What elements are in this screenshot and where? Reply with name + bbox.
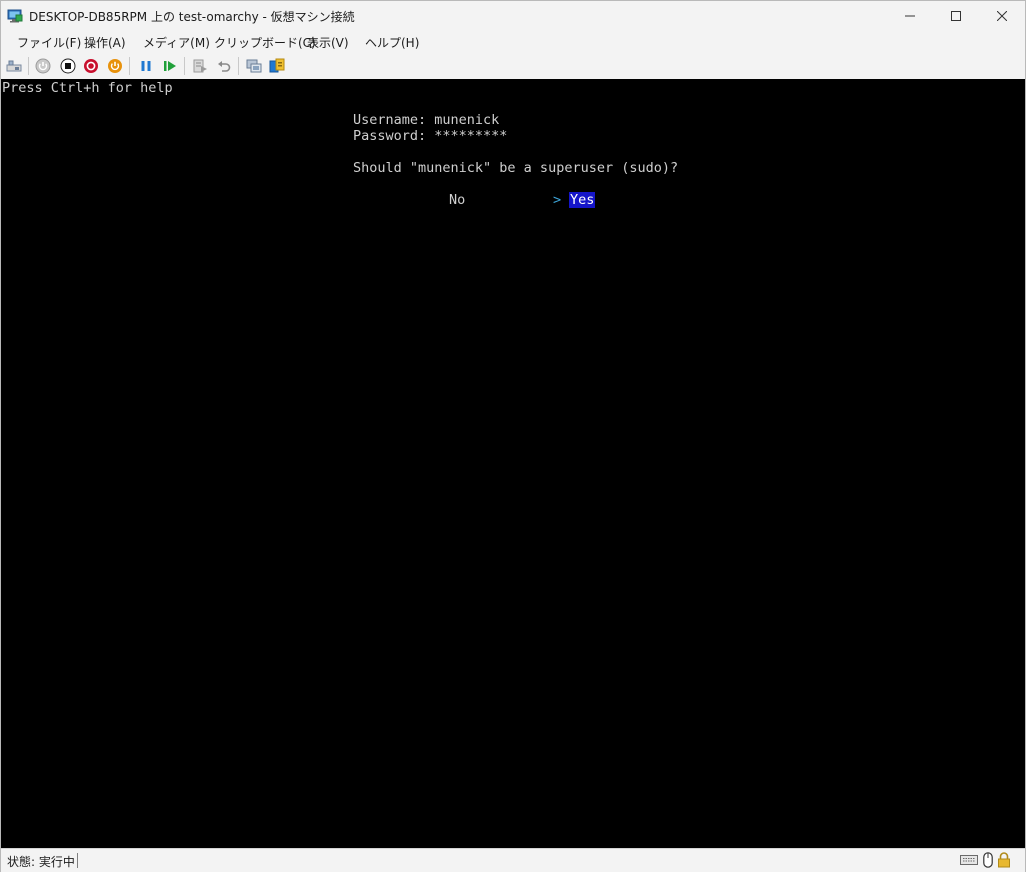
- checkpoint-button[interactable]: [191, 57, 209, 75]
- maximize-button[interactable]: [933, 1, 979, 31]
- status-bar: 状態: 実行中: [1, 848, 1025, 872]
- title-bar[interactable]: DESKTOP-DB85RPM 上の test-omarchy - 仮想マシン接…: [1, 1, 1025, 31]
- toolbar: [1, 53, 1025, 79]
- enhanced-session-button[interactable]: [245, 57, 263, 75]
- maximize-icon: [951, 11, 961, 21]
- close-icon: [997, 11, 1007, 21]
- toolbar-separator: [184, 57, 185, 75]
- turn-off-icon: [60, 58, 76, 74]
- reset-icon: [164, 61, 176, 71]
- pause-button[interactable]: [137, 57, 155, 75]
- revert-button[interactable]: [215, 57, 233, 75]
- start-button[interactable]: [34, 57, 52, 75]
- status-separator: [77, 853, 78, 868]
- selection-arrow: >: [553, 192, 562, 208]
- toolbar-separator: [238, 57, 239, 75]
- option-no[interactable]: No: [449, 192, 465, 208]
- save-button[interactable]: [106, 57, 124, 75]
- toolbar-separator: [129, 57, 130, 75]
- menu-file[interactable]: ファイル(F): [17, 34, 81, 51]
- option-yes[interactable]: Yes: [569, 192, 596, 208]
- minimize-button[interactable]: [887, 1, 933, 31]
- menu-help[interactable]: ヘルプ(H): [365, 34, 419, 51]
- ctrl-alt-del-button[interactable]: [5, 57, 23, 75]
- menu-clipboard[interactable]: クリップボード(C): [214, 34, 316, 51]
- lock-icon: [997, 852, 1011, 868]
- shutdown-icon: [84, 59, 98, 73]
- vm-console-screen[interactable]: Press Ctrl+h for help Username: munenick…: [1, 79, 1025, 848]
- minimize-icon: [905, 15, 915, 17]
- pause-icon: [141, 61, 151, 71]
- vm-connect-icon: [7, 8, 23, 24]
- vm-connection-window: DESKTOP-DB85RPM 上の test-omarchy - 仮想マシン接…: [0, 0, 1026, 872]
- superuser-question: Should "munenick" be a superuser (sudo)?: [353, 160, 679, 176]
- ctrl-alt-del-icon: [6, 60, 22, 72]
- menu-bar: ファイル(F) 操作(A) メディア(M) クリップボード(C) 表示(V) ヘ…: [1, 31, 1025, 53]
- toolbar-separator: [28, 57, 29, 75]
- share-button[interactable]: [268, 57, 286, 75]
- shutdown-button[interactable]: [82, 57, 100, 75]
- enhanced-session-icon: [246, 59, 262, 73]
- close-button[interactable]: [979, 1, 1025, 31]
- menu-action[interactable]: 操作(A): [84, 34, 126, 51]
- password-line: Password: *********: [353, 128, 508, 144]
- window-title: DESKTOP-DB85RPM 上の test-omarchy - 仮想マシン接…: [29, 10, 355, 24]
- mouse-icon: [982, 852, 994, 868]
- share-icon: [269, 58, 285, 73]
- revert-icon: [218, 61, 231, 72]
- start-icon: [35, 58, 51, 74]
- turn-off-button[interactable]: [59, 57, 77, 75]
- save-icon: [108, 59, 122, 73]
- reset-button[interactable]: [161, 57, 179, 75]
- menu-view[interactable]: 表示(V): [307, 34, 349, 51]
- checkpoint-icon: [193, 59, 207, 73]
- help-hint: Press Ctrl+h for help: [2, 80, 173, 96]
- username-line: Username: munenick: [353, 112, 500, 128]
- menu-media[interactable]: メディア(M): [143, 34, 210, 51]
- keyboard-icon: [960, 852, 978, 868]
- status-text: 状態: 実行中: [7, 855, 75, 869]
